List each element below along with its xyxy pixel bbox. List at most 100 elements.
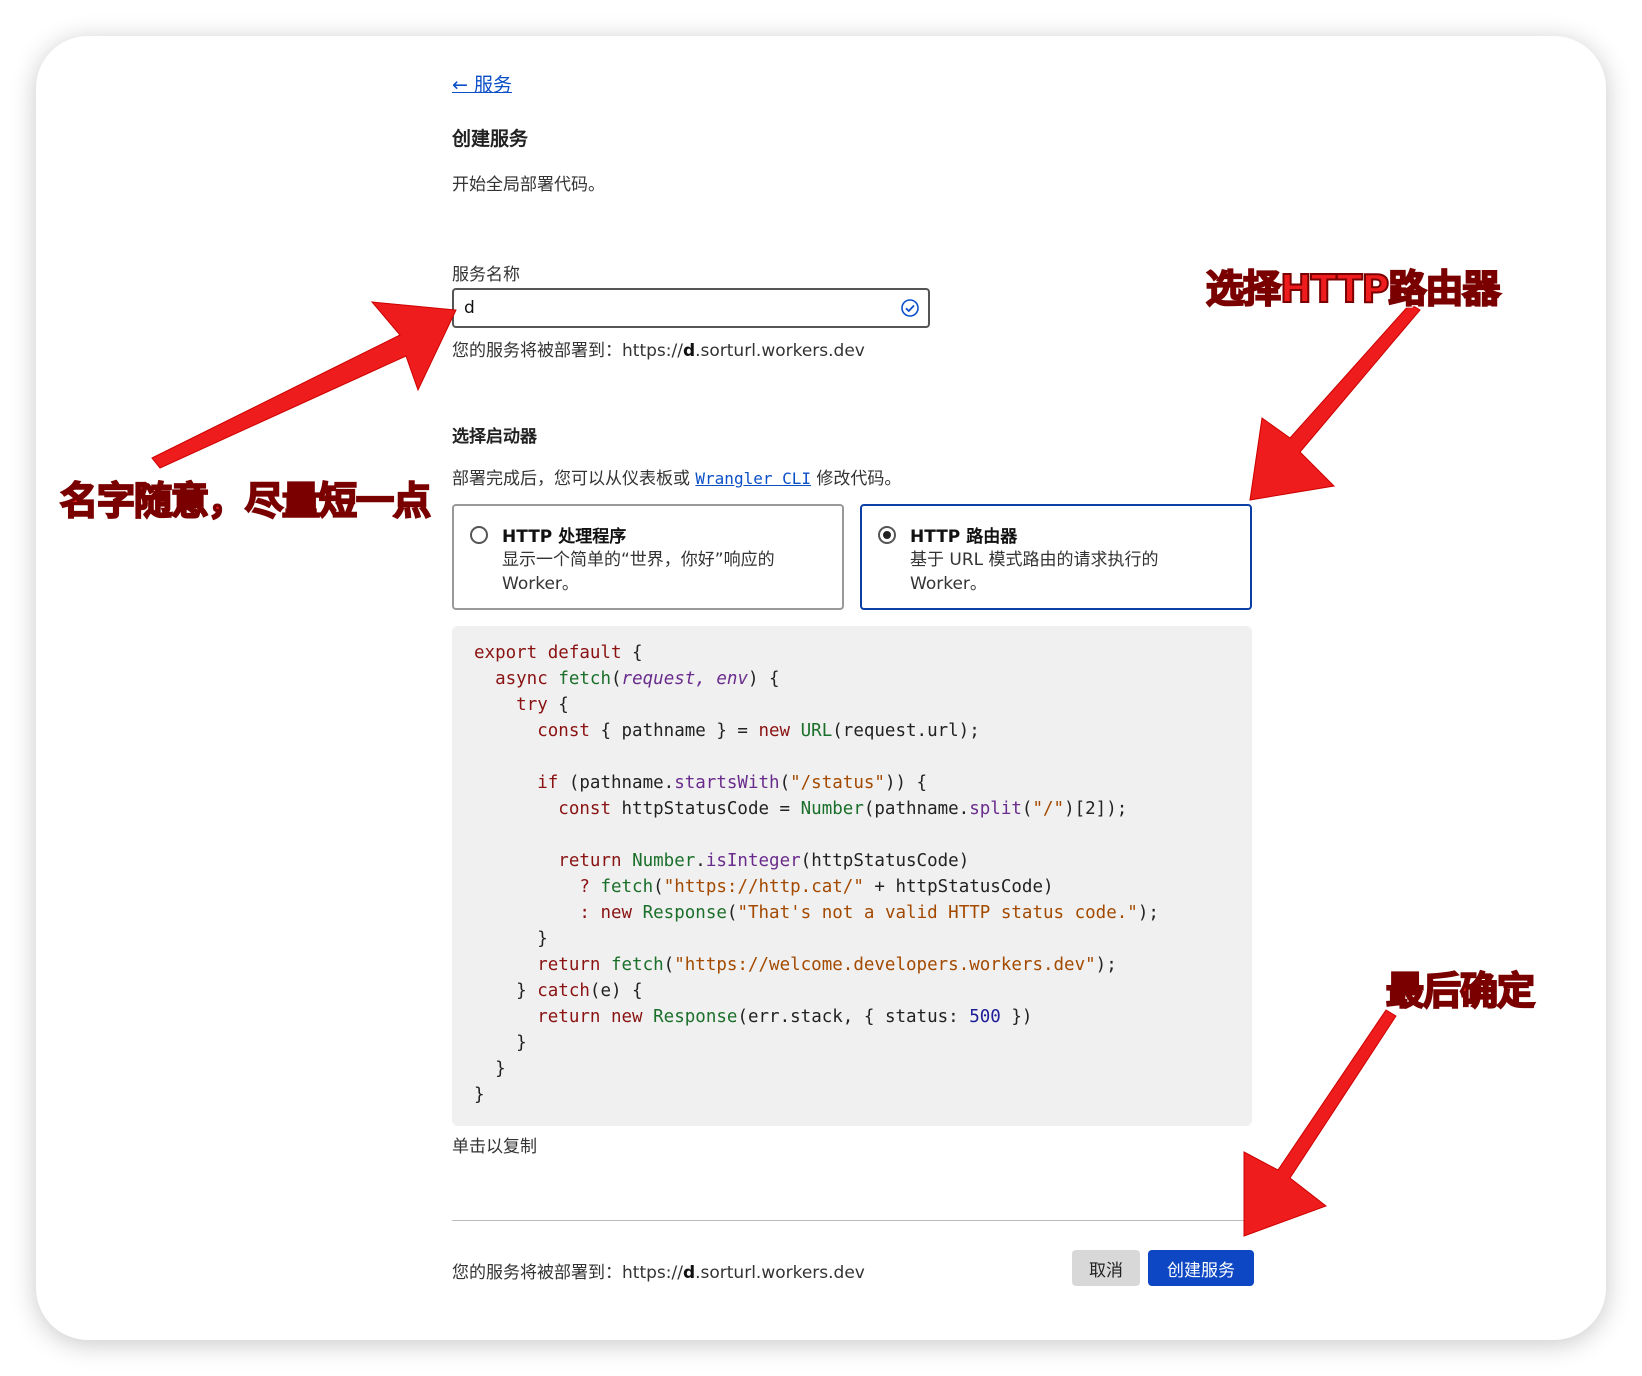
footer-url-name: d: [682, 1263, 696, 1283]
code-token: (: [663, 955, 675, 975]
code-token: (: [611, 669, 622, 689]
code-token: { pathname } =: [589, 721, 759, 741]
footer-url-prefix: 您的服务将被部署到：https://: [452, 1263, 683, 1283]
code-line: ? fetch("https://http.cat/" + httpStatus…: [474, 874, 1230, 900]
option-title: HTTP 处理程序: [502, 527, 627, 547]
code-token: (httpStatusCode): [800, 851, 970, 871]
starter-section-title: 选择启动器: [452, 427, 537, 447]
code-token: (e) {: [589, 981, 643, 1001]
option-desc: 基于 URL 模式路由的请求执行的 Worker。: [910, 550, 1159, 594]
code-line: if (pathname.startsWith("/status")) {: [474, 770, 1230, 796]
code-token: }: [474, 929, 548, 949]
code-token: URL: [800, 721, 833, 741]
code-token: }: [474, 1059, 506, 1079]
code-token: return: [558, 851, 622, 871]
code-line: const httpStatusCode = Number(pathname.s…: [474, 796, 1230, 822]
footer-deploy-url: 您的服务将被部署到：https://d.sorturl.workers.dev: [452, 1258, 865, 1283]
code-token: (err.stack, { status:: [737, 1007, 970, 1027]
code-token: ) {: [747, 669, 780, 689]
code-token: "https://welcome.developers.workers.dev": [674, 955, 1096, 975]
code-token: }): [1000, 1007, 1033, 1027]
code-token: 500: [969, 1007, 1001, 1027]
code-line: }: [474, 926, 1230, 952]
code-token: new: [600, 903, 633, 923]
service-name-input[interactable]: [452, 288, 930, 328]
code-line: async fetch(request, env) {: [474, 666, 1230, 692]
code-block: export default { async fetch(request, en…: [452, 626, 1252, 1122]
code-token: return: [537, 1007, 601, 1027]
code-token: "/status": [790, 773, 885, 793]
cancel-button[interactable]: 取消: [1072, 1250, 1140, 1286]
code-token: async: [495, 669, 548, 689]
annotation-name-tip: 名字随意，尽量短一点: [59, 478, 432, 524]
code-token: "/": [1032, 799, 1065, 819]
option-desc: 显示一个简单的“世界，你好”响应的 Worker。: [502, 550, 775, 594]
code-token: return: [537, 955, 601, 975]
starter-option-http-handler[interactable]: HTTP 处理程序 显示一个简单的“世界，你好”响应的 Worker。: [452, 504, 844, 610]
code-line: }: [474, 1030, 1230, 1056]
deploy-url-suffix: .sorturl.workers.dev: [695, 341, 865, 361]
code-token: startsWith: [674, 773, 780, 793]
code-token: .: [695, 851, 706, 871]
code-line: return fetch("https://welcome.developers…: [474, 952, 1230, 978]
starter-desc-after: 修改代码。: [811, 469, 902, 489]
code-token: }: [474, 981, 538, 1001]
code-line: }: [474, 1056, 1230, 1082]
starter-section-desc: 部署完成后，您可以从仪表板或 Wrangler CLI 修改代码。: [452, 464, 901, 489]
valid-check-icon: [901, 299, 919, 317]
code-token: const: [537, 721, 590, 741]
code-line: return Number.isInteger(httpStatusCode): [474, 848, 1230, 874]
annotation-confirm-tip: 最后确定: [1385, 968, 1536, 1014]
back-link-label: 服务: [473, 74, 512, 96]
code-line: } catch(e) {: [474, 978, 1230, 1004]
code-token: Response: [642, 903, 727, 923]
page-subtitle: 开始全局部署代码。: [452, 175, 605, 195]
annotation-router-tip: 选择HTTP路由器: [1205, 266, 1501, 312]
starter-desc-before: 部署完成后，您可以从仪表板或: [452, 469, 696, 489]
code-token: Number: [800, 799, 864, 819]
code-token: Number: [632, 851, 696, 871]
deploy-url-hint: 您的服务将被部署到：https://d.sorturl.workers.dev: [452, 336, 865, 361]
code-line: export default {: [474, 640, 1230, 666]
code-token: const: [558, 799, 611, 819]
code-token: (pathname.: [558, 773, 675, 793]
code-line: const { pathname } = new URL(request.url…: [474, 718, 1230, 744]
code-token: (: [653, 877, 664, 897]
radio-unselected-icon[interactable]: [470, 526, 488, 544]
deploy-url-prefix: 您的服务将被部署到：https://: [452, 341, 683, 361]
code-preview[interactable]: export default { async fetch(request, en…: [452, 626, 1252, 1126]
code-token: "That's not a valid HTTP status code.": [737, 903, 1138, 923]
code-token: try: [516, 695, 548, 715]
page-title: 创建服务: [452, 128, 529, 150]
code-token: httpStatusCode =: [610, 799, 801, 819]
footer-url-suffix: .sorturl.workers.dev: [695, 1263, 865, 1283]
code-token: {: [621, 643, 643, 663]
wrangler-cli-link[interactable]: Wrangler CLI: [695, 469, 811, 488]
back-to-services-link[interactable]: ← 服务: [452, 70, 512, 97]
code-token: (pathname.: [863, 799, 970, 819]
code-token: (: [779, 773, 791, 793]
code-token: (request.url);: [832, 721, 980, 741]
code-token: request, env: [621, 669, 748, 689]
footer-divider: [452, 1220, 1252, 1221]
deploy-url-name: d: [682, 341, 696, 361]
starter-option-http-router[interactable]: HTTP 路由器 基于 URL 模式路由的请求执行的 Worker。: [860, 504, 1252, 610]
create-service-button[interactable]: 创建服务: [1148, 1250, 1254, 1286]
code-line: : new Response("That's not a valid HTTP …: [474, 900, 1230, 926]
radio-selected-icon[interactable]: [878, 526, 896, 544]
code-token: fetch: [610, 955, 664, 975]
code-token: isInteger: [705, 851, 801, 871]
code-token: catch: [537, 981, 590, 1001]
code-token: fetch: [558, 669, 611, 689]
